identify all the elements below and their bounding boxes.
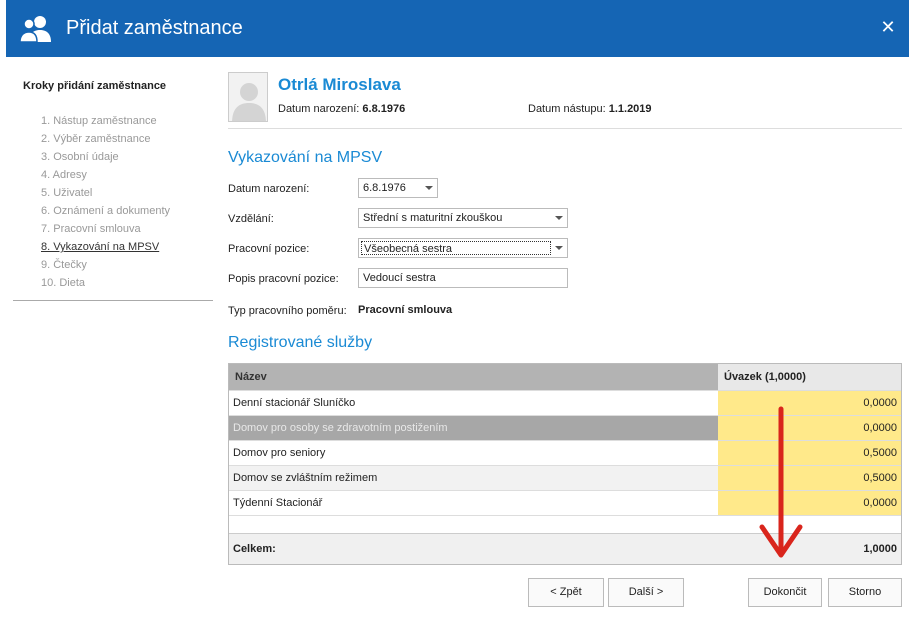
dialog-title: Přidat zaměstnance bbox=[66, 17, 243, 39]
employee-start-value: 1.1.2019 bbox=[608, 103, 652, 115]
employee-birth-value: 6.8.1976 bbox=[362, 103, 406, 115]
step-item: 2. Výběr zaměstnance bbox=[41, 133, 151, 145]
column-header-load[interactable]: Úvazek (1,0000) bbox=[718, 364, 901, 390]
service-name: Domov se zvláštním režimem bbox=[229, 466, 718, 490]
next-button[interactable]: Další > bbox=[608, 578, 684, 607]
steps-title: Kroky přidání zaměstnance bbox=[23, 80, 167, 92]
position-label: Pracovní pozice: bbox=[228, 243, 310, 255]
education-value: Střední s maturitní zkouškou bbox=[363, 212, 503, 224]
chevron-down-icon bbox=[555, 246, 563, 250]
mpsv-section-title: Vykazování na MPSV bbox=[228, 149, 383, 166]
step-item: 9. Čtečky bbox=[41, 259, 87, 271]
step-item: 3. Osobní údaje bbox=[41, 151, 119, 163]
users-icon bbox=[20, 16, 51, 43]
education-label: Vzdělání: bbox=[228, 213, 274, 225]
header-divider bbox=[228, 128, 902, 129]
sidebar-divider bbox=[13, 300, 213, 301]
position-value: Všeobecná sestra bbox=[361, 241, 551, 255]
services-section-title: Registrované služby bbox=[228, 334, 373, 351]
step-item: 6. Oznámení a dokumenty bbox=[41, 205, 171, 217]
contract-type-value: Pracovní smlouva bbox=[358, 304, 453, 316]
step-item: 7. Pracovní smlouva bbox=[41, 223, 141, 235]
service-load-cell[interactable]: 0,0000 bbox=[718, 416, 901, 440]
finish-button[interactable]: Dokončit bbox=[748, 578, 822, 607]
person-icon bbox=[232, 83, 266, 121]
steps-sidebar: Kroky přidání zaměstnance 1. Nástup zamě… bbox=[13, 72, 213, 301]
service-load-cell[interactable]: 0,0000 bbox=[718, 491, 901, 515]
position-select[interactable]: Všeobecná sestra bbox=[358, 238, 568, 258]
dialog-title-bar: Přidat zaměstnance ✕ bbox=[6, 0, 909, 57]
service-name: Denní stacionář Sluníčko bbox=[233, 397, 356, 409]
position-desc-input[interactable] bbox=[358, 268, 568, 288]
birth-date-dropdown[interactable]: 6.8.1976 bbox=[358, 178, 438, 198]
grid-header: Název Úvazek (1,0000) bbox=[229, 364, 901, 390]
birth-date-label: Datum narození: bbox=[228, 183, 310, 195]
chevron-down-icon bbox=[555, 216, 563, 220]
step-item: 1. Nástup zaměstnance bbox=[41, 115, 157, 127]
employee-start-date: Datum nástupu: 1.1.2019 bbox=[528, 103, 652, 115]
service-load-cell[interactable]: 0,5000 bbox=[718, 441, 901, 465]
position-desc-label: Popis pracovní pozice: bbox=[228, 273, 339, 285]
service-name: Domov pro osoby se zdravotním postižením bbox=[229, 416, 718, 440]
step-item: 4. Adresy bbox=[41, 169, 87, 181]
service-name: Týdenní Stacionář bbox=[233, 497, 323, 509]
annotation-arrow-icon bbox=[759, 406, 803, 558]
service-load-cell[interactable]: 0,0000 bbox=[718, 391, 901, 415]
chevron-down-icon bbox=[425, 186, 433, 190]
birth-date-value: 6.8.1976 bbox=[363, 182, 406, 194]
step-item: 10. Dieta bbox=[41, 277, 86, 289]
employee-name: Otrlá Miroslava bbox=[278, 75, 401, 94]
back-button[interactable]: < Zpět bbox=[528, 578, 604, 607]
cancel-button[interactable]: Storno bbox=[828, 578, 902, 607]
column-header-name[interactable]: Název bbox=[229, 364, 718, 390]
avatar bbox=[228, 72, 268, 122]
close-icon[interactable]: ✕ bbox=[877, 16, 899, 38]
employee-birth-date: Datum narození: 6.8.1976 bbox=[278, 103, 405, 115]
total-value: 1,0000 bbox=[863, 543, 897, 555]
steps-list: 1. Nástup zaměstnance 2. Výběr zaměstnan… bbox=[13, 112, 213, 292]
education-select[interactable]: Střední s maturitní zkouškou bbox=[358, 208, 568, 228]
total-label: Celkem: bbox=[233, 543, 276, 555]
service-name: Domov pro seniory bbox=[233, 447, 326, 459]
contract-type-label: Typ pracovního poměru: bbox=[228, 305, 347, 317]
service-load-cell[interactable]: 0,5000 bbox=[718, 466, 901, 490]
employee-birth-label: Datum narození: bbox=[278, 103, 360, 115]
step-item-active[interactable]: 8. Vykazování na MPSV bbox=[41, 238, 213, 256]
employee-start-label: Datum nástupu: bbox=[528, 103, 606, 115]
step-item: 5. Uživatel bbox=[41, 187, 93, 199]
